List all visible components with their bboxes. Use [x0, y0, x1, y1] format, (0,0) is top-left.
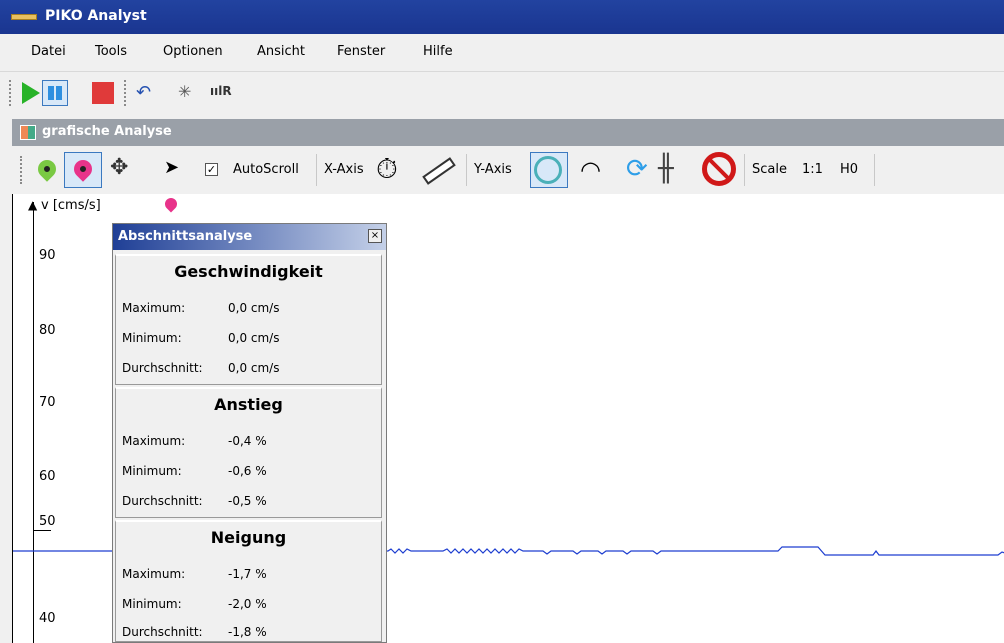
wave-icon[interactable]: ıılR: [210, 84, 232, 98]
section-title: Neigung: [210, 528, 287, 547]
autoscroll-checkbox[interactable]: ✓: [205, 163, 218, 176]
stat-value: -0,5 %: [228, 494, 267, 508]
move-icon[interactable]: ✥: [110, 155, 128, 180]
stat-value: -1,7 %: [228, 567, 267, 581]
stat-value: 0,0 cm/s: [228, 361, 280, 375]
menu-hilfe[interactable]: Hilfe: [423, 44, 453, 59]
menu-fenster[interactable]: Fenster: [337, 44, 385, 59]
stat-label: Minimum:: [122, 331, 182, 345]
stat-label: Maximum:: [122, 434, 186, 448]
document-title: grafische Analyse: [42, 124, 172, 139]
separator: [744, 154, 745, 186]
stat-label: Durchschnitt:: [122, 494, 203, 508]
window-title: PIKO Analyst: [45, 8, 147, 24]
stat-label: Durchschnitt:: [122, 625, 203, 639]
stat-label: Maximum:: [122, 301, 186, 315]
sliders-icon[interactable]: ╫: [658, 154, 674, 184]
undo-icon[interactable]: ↶: [136, 82, 151, 103]
panel-title: Abschnittsanalyse: [118, 229, 253, 244]
stop-icon[interactable]: [92, 82, 114, 104]
scale-value[interactable]: 1:1: [802, 162, 823, 177]
toolbar-grip[interactable]: [20, 156, 24, 184]
analysis-toolbar: ✥ ➤ ✓ AutoScroll X-Axis ⏱ Y-Axis ◠ ⟳ ╫ S…: [12, 146, 1004, 194]
protractor-icon[interactable]: ◠: [580, 156, 601, 184]
stat-label: Maximum:: [122, 567, 186, 581]
stat-value: -0,6 %: [228, 464, 267, 478]
menu-datei[interactable]: Datei: [31, 44, 66, 59]
document-title-bar: grafische Analyse: [12, 119, 1004, 146]
cursor-icon[interactable]: ➤: [164, 157, 179, 178]
menu-optionen[interactable]: Optionen: [163, 44, 223, 59]
separator: [316, 154, 317, 186]
stat-value: -1,8 %: [228, 625, 267, 639]
toolbar-grip[interactable]: [124, 80, 128, 106]
green-marker-icon[interactable]: [34, 156, 60, 182]
section-title: Geschwindigkeit: [174, 262, 323, 281]
main-toolbar: ↶ ✳ ıılR: [0, 72, 1004, 112]
y-axis-label: Y-Axis: [474, 162, 512, 177]
section-speed: Geschwindigkeit Maximum: 0,0 cm/s Minimu…: [115, 254, 382, 385]
stat-value: -0,4 %: [228, 434, 267, 448]
menu-bar: Datei Tools Optionen Ansicht Fenster Hil…: [0, 34, 1004, 72]
stat-label: Minimum:: [122, 464, 182, 478]
app-icon: [11, 14, 37, 20]
stat-value: -2,0 %: [228, 597, 267, 611]
star-icon[interactable]: ✳: [178, 82, 191, 101]
clear-icon[interactable]: [702, 152, 736, 186]
menu-ansicht[interactable]: Ansicht: [257, 44, 305, 59]
ruler-icon[interactable]: [422, 157, 456, 185]
section-analysis-panel[interactable]: Abschnittsanalyse × Geschwindigkeit Maxi…: [112, 223, 387, 643]
stat-value: 0,0 cm/s: [228, 331, 280, 345]
stat-value: 0,0 cm/s: [228, 301, 280, 315]
document-icon: [20, 125, 36, 140]
close-icon[interactable]: ×: [368, 229, 382, 243]
section-tilt: Neigung Maximum: -1,7 % Minimum: -2,0 % …: [115, 520, 382, 642]
x-axis-label: X-Axis: [324, 162, 364, 177]
panel-title-bar[interactable]: Abschnittsanalyse ×: [113, 224, 386, 250]
title-bar: PIKO Analyst: [0, 0, 1004, 34]
section-title: Anstieg: [214, 395, 283, 414]
play-icon[interactable]: [22, 82, 40, 104]
speedometer-icon[interactable]: [534, 156, 562, 184]
section-incline: Anstieg Maximum: -0,4 % Minimum: -0,6 % …: [115, 387, 382, 518]
autoscroll-label: AutoScroll: [233, 162, 299, 177]
separator: [874, 154, 875, 186]
stat-label: Minimum:: [122, 597, 182, 611]
scale-label: Scale: [752, 162, 787, 177]
stat-label: Durchschnitt:: [122, 361, 203, 375]
rotate-icon[interactable]: ⟳: [626, 154, 648, 184]
h-value[interactable]: H0: [840, 162, 858, 177]
toolbar-grip[interactable]: [9, 80, 13, 106]
stopwatch-icon[interactable]: ⏱: [376, 152, 398, 186]
separator: [466, 154, 467, 186]
menu-tools[interactable]: Tools: [95, 44, 127, 59]
pause-icon[interactable]: [42, 80, 68, 106]
